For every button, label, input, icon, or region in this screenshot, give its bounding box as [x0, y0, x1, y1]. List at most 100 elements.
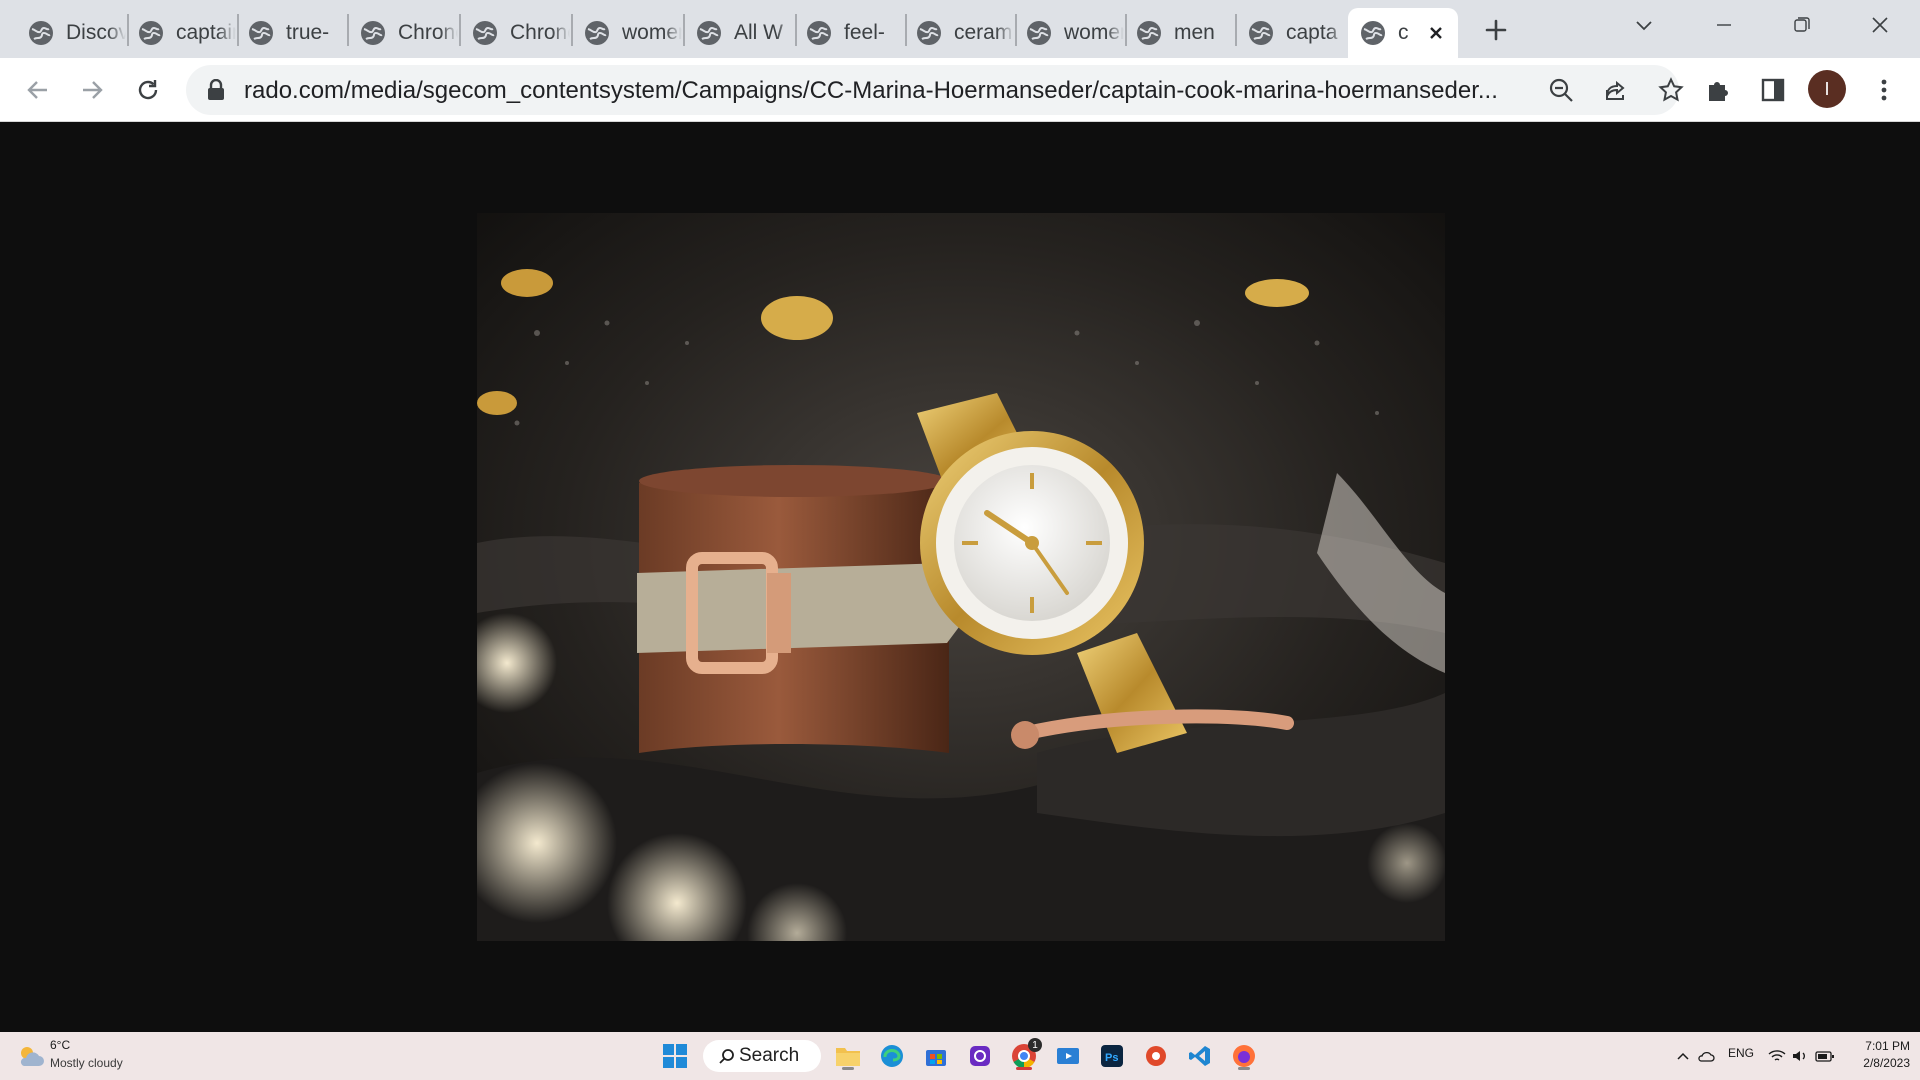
product-photo[interactable]: [477, 213, 1445, 941]
extensions-button[interactable]: [1698, 70, 1738, 110]
tab[interactable]: captain: [126, 8, 236, 58]
tab[interactable]: capta: [1236, 8, 1346, 58]
arrow-right-icon: [83, 81, 103, 99]
taskbar-vscode[interactable]: [1184, 1040, 1216, 1072]
tab-title: captain: [176, 21, 236, 44]
globe-icon: [1027, 21, 1051, 45]
menu-button[interactable]: [1864, 70, 1904, 110]
globe-icon: [29, 21, 53, 45]
tab-title: men: [1174, 21, 1215, 44]
taskbar-video-app[interactable]: [1052, 1040, 1084, 1072]
forward-button[interactable]: [72, 70, 112, 110]
chevron-down-icon: [1636, 21, 1652, 31]
weather-temperature: 6°C: [50, 1038, 71, 1052]
tab[interactable]: true-: [236, 8, 346, 58]
clock-time: 7:01 PM: [1865, 1039, 1910, 1053]
running-indicator-active: [1016, 1067, 1032, 1070]
system-clock[interactable]: 7:01 PM 2/8/2023: [1846, 1038, 1910, 1072]
taskbar-photoshop[interactable]: Ps: [1096, 1040, 1128, 1072]
restore-button[interactable]: [1762, 0, 1842, 50]
record-icon: [1146, 1046, 1166, 1066]
globe-icon: [917, 21, 941, 45]
tab[interactable]: Chrono: [348, 8, 458, 58]
wifi-icon[interactable]: [1768, 1049, 1786, 1063]
tab[interactable]: men: [1124, 8, 1234, 58]
tab[interactable]: Discover: [16, 8, 126, 58]
address-bar[interactable]: rado.com/media/sgecom_contentsystem/Camp…: [186, 65, 1684, 115]
start-button[interactable]: [659, 1040, 691, 1072]
globe-icon: [807, 21, 831, 45]
close-icon: [1430, 27, 1442, 39]
taskbar-firefox[interactable]: [1228, 1040, 1260, 1072]
search-icon: [719, 1049, 734, 1064]
svg-text:Ps: Ps: [1105, 1052, 1118, 1064]
minimize-icon: [1717, 24, 1731, 26]
close-icon: [1872, 17, 1888, 33]
bookmark-button[interactable]: [1652, 71, 1690, 109]
tab[interactable]: women: [572, 8, 682, 58]
url-text[interactable]: rado.com/media/sgecom_contentsystem/Camp…: [244, 77, 1584, 105]
onedrive-cloud-icon[interactable]: [1697, 1049, 1715, 1063]
tab[interactable]: ceram: [904, 8, 1014, 58]
plus-icon: [1485, 19, 1507, 41]
tab-active[interactable]: c: [1348, 8, 1458, 58]
taskbar-store[interactable]: [920, 1040, 952, 1072]
tab-title: Chrono: [398, 21, 458, 44]
taskbar-media-app[interactable]: [964, 1040, 996, 1072]
new-tab-button[interactable]: [1480, 14, 1512, 46]
side-panel-button[interactable]: [1753, 70, 1793, 110]
taskbar-chrome[interactable]: 1: [1008, 1038, 1042, 1072]
running-indicator: [842, 1067, 854, 1070]
globe-icon: [361, 21, 385, 45]
language-indicator[interactable]: ENG: [1728, 1046, 1754, 1060]
restore-icon: [1794, 17, 1810, 32]
tab-close-button[interactable]: [1422, 19, 1450, 47]
volume-icon[interactable]: [1791, 1049, 1809, 1063]
tab-title: All W: [734, 21, 783, 44]
globe-icon: [585, 21, 609, 45]
weather-widget[interactable]: 6°C Mostly cloudy: [14, 1036, 154, 1076]
running-indicator: [1238, 1067, 1250, 1070]
tab-title: Discover: [66, 21, 126, 44]
share-icon: [1606, 80, 1625, 100]
globe-icon: [473, 21, 497, 45]
side-panel-icon: [1761, 78, 1785, 102]
star-icon: [1658, 77, 1684, 102]
video-app-icon: [1057, 1048, 1079, 1064]
globe-icon: [1361, 21, 1385, 45]
tab[interactable]: women: [1014, 8, 1124, 58]
tab-title: women: [622, 21, 682, 44]
taskbar-edge[interactable]: [876, 1040, 908, 1072]
reload-button[interactable]: [128, 70, 168, 110]
battery-icon[interactable]: [1815, 1049, 1835, 1063]
close-window-button[interactable]: [1840, 0, 1920, 50]
taskbar-recorder[interactable]: [1140, 1040, 1172, 1072]
taskbar-file-explorer[interactable]: [832, 1040, 864, 1072]
back-button[interactable]: [18, 70, 58, 110]
minimize-button[interactable]: [1684, 0, 1764, 50]
tab-search-button[interactable]: [1604, 0, 1684, 50]
chevron-up-icon[interactable]: [1676, 1049, 1690, 1063]
arrow-left-icon: [27, 81, 47, 99]
tab[interactable]: Chrono: [460, 8, 570, 58]
profile-avatar[interactable]: I: [1808, 70, 1846, 108]
share-button[interactable]: [1597, 71, 1635, 109]
search-label: Search: [739, 1045, 800, 1066]
zoom-out-icon: [1549, 78, 1573, 102]
photoshop-icon: Ps: [1101, 1045, 1123, 1067]
globe-icon: [697, 21, 721, 45]
store-icon: [926, 1050, 946, 1066]
zoom-button[interactable]: [1542, 71, 1580, 109]
tab[interactable]: feel-: [794, 8, 904, 58]
taskbar-search[interactable]: Search: [703, 1040, 821, 1072]
chrome-notification-badge: 1: [1028, 1038, 1042, 1052]
globe-icon: [1249, 21, 1273, 45]
page-viewport: [0, 122, 1920, 1032]
cloudy-weather-icon: [20, 1047, 44, 1066]
tab-title: c: [1398, 21, 1409, 44]
lock-icon[interactable]: [206, 79, 226, 101]
firefox-icon: [1233, 1045, 1255, 1067]
tab[interactable]: All W: [684, 8, 794, 58]
tab-title: capta: [1286, 21, 1338, 44]
browser-toolbar: rado.com/media/sgecom_contentsystem/Camp…: [0, 58, 1920, 122]
